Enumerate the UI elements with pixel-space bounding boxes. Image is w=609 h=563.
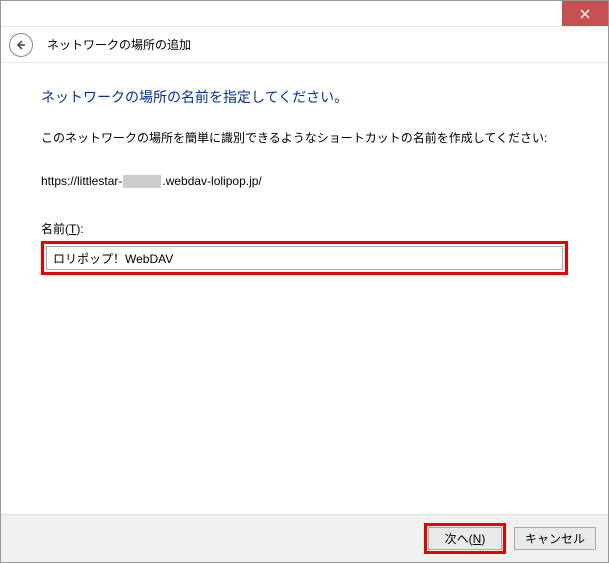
titlebar (1, 1, 608, 27)
url-text: https://littlestar- .webdav-lolipop.jp/ (41, 174, 568, 188)
url-prefix: https://littlestar- (41, 174, 122, 188)
wizard-title: ネットワークの場所の追加 (47, 36, 191, 53)
page-heading: ネットワークの場所の名前を指定してください。 (41, 87, 568, 107)
name-input[interactable] (46, 246, 563, 270)
next-button-highlight: 次へ(N) (424, 523, 506, 554)
footer-bar: 次へ(N) キャンセル (1, 514, 608, 562)
back-button[interactable] (9, 33, 33, 57)
redacted-segment (123, 175, 161, 188)
url-suffix: .webdav-lolipop.jp/ (162, 174, 261, 188)
next-button[interactable]: 次へ(N) (428, 527, 502, 550)
content-area: ネットワークの場所の名前を指定してください。 このネットワークの場所を簡単に識別… (1, 63, 608, 514)
close-button[interactable] (562, 1, 608, 26)
name-field-label: 名前(T): (41, 220, 568, 237)
close-icon (580, 9, 590, 19)
name-input-highlight (41, 241, 568, 275)
cancel-button[interactable]: キャンセル (514, 527, 596, 550)
header-bar: ネットワークの場所の追加 (1, 27, 608, 63)
instruction-text: このネットワークの場所を簡単に識別できるようなショートカットの名前を作成してくだ… (41, 129, 568, 146)
wizard-window: ネットワークの場所の追加 ネットワークの場所の名前を指定してください。 このネッ… (0, 0, 609, 563)
arrow-left-icon (15, 39, 27, 51)
